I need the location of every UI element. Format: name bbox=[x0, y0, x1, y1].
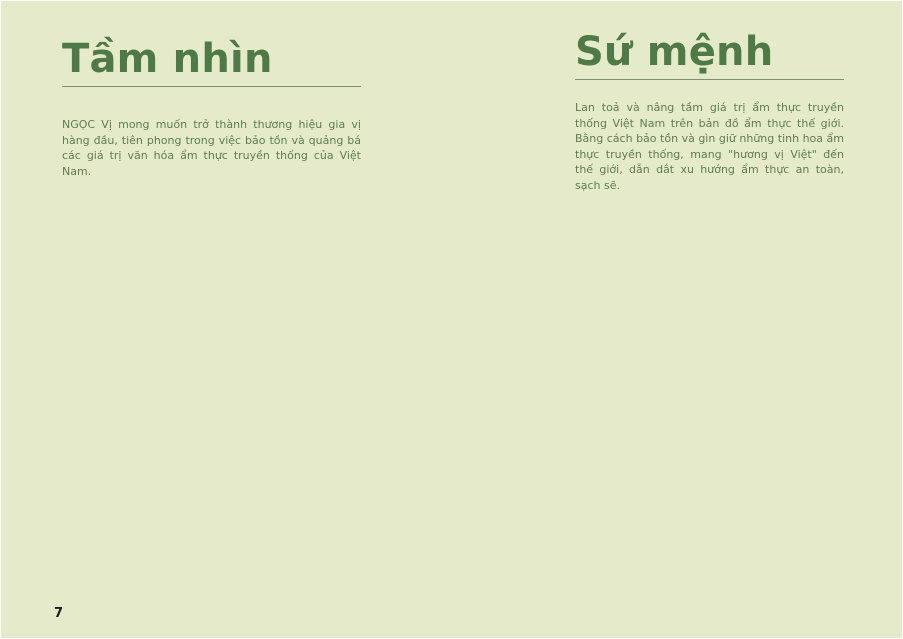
mission-section: Sứ mệnh Lan toả và nâng tầm giá trị ẩm t… bbox=[575, 28, 844, 194]
vision-paragraph: NGỌC Vị mong muốn trở thành thương hiệu … bbox=[62, 118, 361, 178]
mission-divider bbox=[575, 79, 844, 80]
vision-section: Tầm nhìn NGỌC Vị mong muốn trở thành thư… bbox=[62, 35, 361, 179]
document-spread: Tầm nhìn NGỌC Vị mong muốn trở thành thư… bbox=[1, 1, 902, 638]
page-number: 7 bbox=[54, 606, 64, 621]
vision-divider bbox=[62, 86, 361, 87]
mission-heading: Sứ mệnh bbox=[575, 29, 774, 75]
vision-heading: Tầm nhìn bbox=[62, 36, 273, 82]
mission-paragraph: Lan toả và nâng tầm giá trị ẩm thực truy… bbox=[575, 101, 844, 192]
